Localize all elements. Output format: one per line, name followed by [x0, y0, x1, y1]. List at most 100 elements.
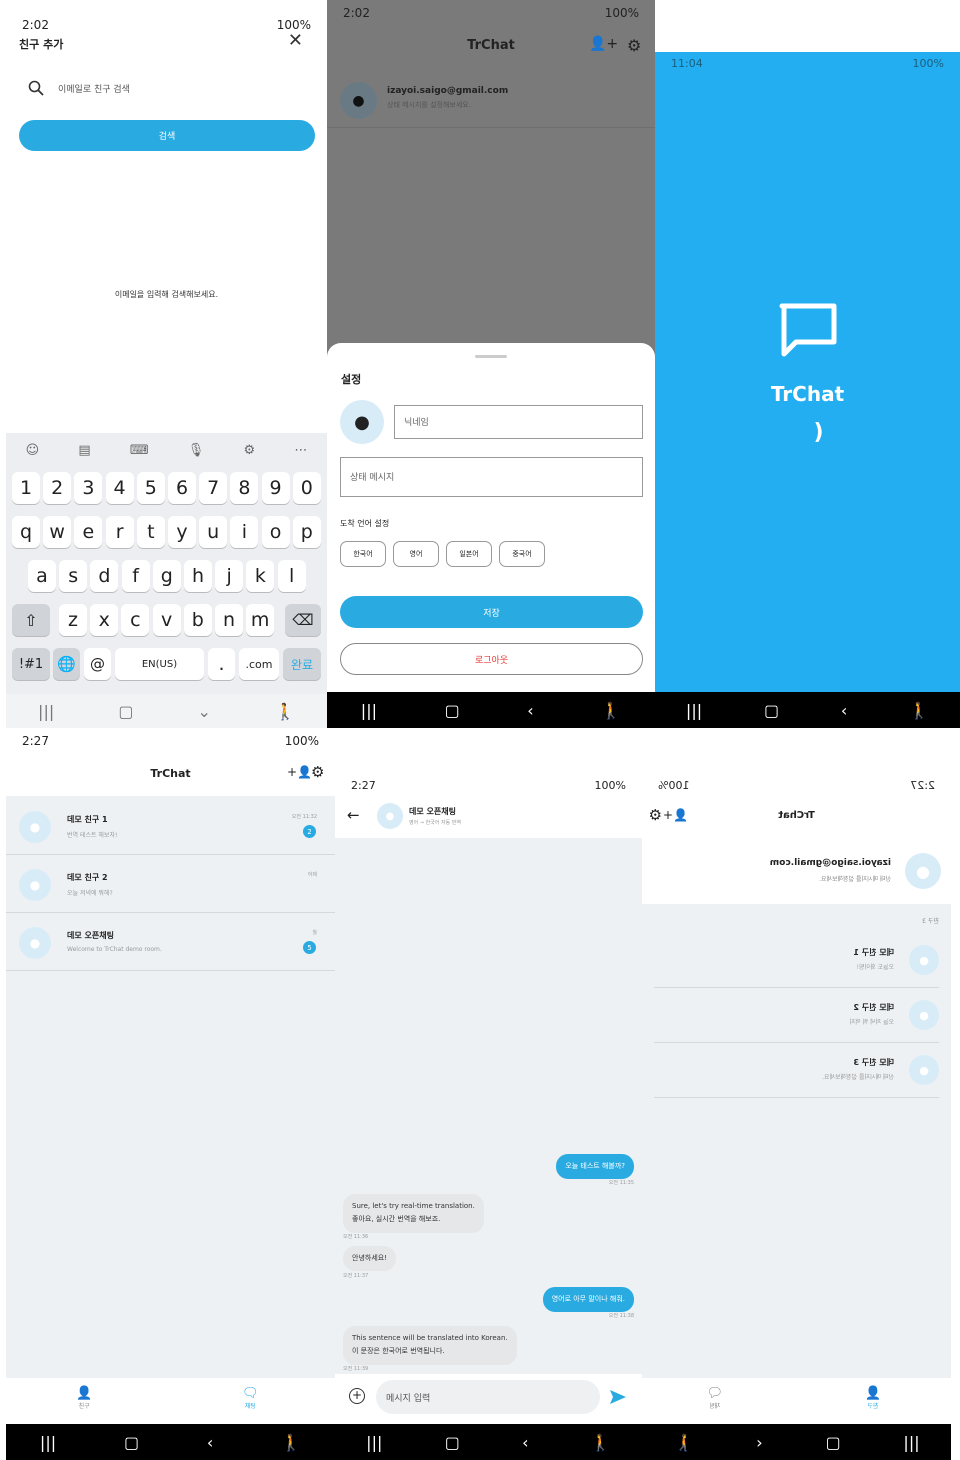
key-e[interactable]: e: [74, 516, 103, 548]
tab-friends[interactable]: 👤 친구: [76, 1386, 92, 1410]
key-a[interactable]: a: [28, 560, 56, 592]
globe-icon[interactable]: 🌐: [53, 648, 80, 680]
backspace-key[interactable]: ⌫: [285, 604, 321, 636]
key-g[interactable]: g: [152, 560, 181, 592]
key-b[interactable]: b: [183, 604, 212, 636]
key-5[interactable]: 5: [136, 472, 165, 504]
key-t[interactable]: t: [136, 516, 165, 548]
key-0[interactable]: 0: [292, 472, 321, 504]
key-i[interactable]: i: [230, 516, 259, 548]
friend-item[interactable]: ● 데모 친구 3 상태 메시지를 설정해보세요.: [654, 1043, 939, 1098]
back-icon[interactable]: ‹: [756, 1433, 762, 1452]
period-key[interactable]: .: [208, 648, 235, 680]
key-l[interactable]: l: [277, 560, 306, 592]
drag-handle[interactable]: [475, 355, 507, 358]
key-h[interactable]: h: [184, 560, 212, 592]
back-icon[interactable]: ‹: [841, 701, 847, 720]
send-icon[interactable]: [609, 1389, 627, 1405]
symbols-key[interactable]: !#1: [12, 648, 50, 680]
add-friend-icon[interactable]: +👤: [287, 765, 312, 779]
chat-room-item[interactable]: ● 데모 친구 2 오늘 저녁에 뭐해? 어제: [6, 855, 335, 913]
language-chip[interactable]: 일본어: [446, 541, 492, 567]
emoji-icon[interactable]: ☺: [26, 443, 40, 458]
gear-icon[interactable]: ⚙: [649, 806, 662, 824]
key-r[interactable]: r: [105, 516, 134, 548]
key-x[interactable]: x: [90, 604, 119, 636]
home-icon[interactable]: ▢: [445, 1433, 460, 1452]
avatar[interactable]: ●: [340, 400, 384, 444]
key-3[interactable]: 3: [74, 472, 103, 504]
key-n[interactable]: n: [215, 604, 243, 636]
chat-room-item[interactable]: ● 데모 오픈채팅 Welcome to TrChat demo room. 월 5: [6, 913, 335, 971]
key-p[interactable]: p: [292, 516, 321, 548]
friend-item[interactable]: ● 데모 친구 2 오늘 저녁 뭐 먹지: [654, 988, 939, 1043]
key-7[interactable]: 7: [199, 472, 228, 504]
key-d[interactable]: d: [90, 560, 119, 592]
dotcom-key[interactable]: .com: [239, 648, 279, 680]
message-input[interactable]: 메시지 입력: [376, 1380, 600, 1414]
more-icon[interactable]: ⋯: [294, 443, 307, 458]
profile-row[interactable]: ● izayoi.saigo@gmail.com 상태 메시지를 설정해보세요.: [327, 70, 655, 128]
key-k[interactable]: k: [246, 560, 275, 592]
keyboard-icon[interactable]: ⌨: [130, 443, 149, 458]
accessibility-icon[interactable]: 🚶: [591, 1433, 611, 1452]
accessibility-icon[interactable]: 🚶: [601, 701, 621, 720]
language-chip[interactable]: 영어: [393, 541, 439, 567]
recents-icon[interactable]: |||: [366, 1433, 382, 1452]
accessibility-icon[interactable]: 🚶: [909, 701, 929, 720]
clipboard-icon[interactable]: ▤: [78, 443, 90, 458]
key-w[interactable]: w: [43, 516, 72, 548]
key-v[interactable]: v: [152, 604, 181, 636]
key-c[interactable]: c: [121, 604, 150, 636]
back-icon[interactable]: ‹: [527, 701, 533, 720]
key-4[interactable]: 4: [105, 472, 134, 504]
gear-icon[interactable]: ⚙: [243, 443, 255, 458]
search-button[interactable]: 검색: [19, 120, 315, 151]
add-friend-icon[interactable]: 👤+: [589, 36, 618, 52]
add-friend-icon[interactable]: 👤+: [663, 808, 688, 822]
key-1[interactable]: 1: [12, 472, 40, 504]
friend-item[interactable]: ● 데모 친구 1 오늘도 화이팅!: [654, 933, 939, 988]
key-8[interactable]: 8: [230, 472, 259, 504]
back-arrow-icon[interactable]: ←: [347, 806, 360, 824]
save-button[interactable]: 저장: [340, 596, 643, 628]
close-icon[interactable]: ✕: [288, 30, 303, 51]
tab-chat[interactable]: 🗨 채팅: [706, 1386, 723, 1410]
space-key[interactable]: EN(US): [115, 648, 204, 680]
recents-icon[interactable]: |||: [903, 1433, 919, 1452]
chat-room-item[interactable]: ● 데모 친구 1 번역 테스트 해보자! 오전 11:32 2: [6, 797, 335, 855]
key-j[interactable]: j: [215, 560, 244, 592]
recents-icon[interactable]: |||: [361, 701, 377, 720]
home-icon[interactable]: ▢: [825, 1433, 840, 1452]
tab-chat[interactable]: 🗨 채팅: [242, 1386, 259, 1410]
accessibility-icon[interactable]: 🚶: [275, 702, 295, 721]
done-key[interactable]: 완료: [283, 648, 321, 680]
chevron-down-icon[interactable]: ⌄: [198, 702, 211, 721]
key-u[interactable]: u: [199, 516, 228, 548]
accessibility-icon[interactable]: 🚶: [673, 1433, 693, 1452]
key-z[interactable]: z: [59, 604, 87, 636]
recents-icon[interactable]: |||: [40, 1433, 56, 1452]
home-icon[interactable]: ▢: [445, 701, 460, 720]
at-key[interactable]: @: [84, 648, 111, 680]
key-s[interactable]: s: [59, 560, 88, 592]
home-icon[interactable]: ▢: [764, 701, 779, 720]
language-chip[interactable]: 한국어: [340, 541, 386, 567]
back-icon[interactable]: ‹: [522, 1433, 528, 1452]
key-y[interactable]: y: [168, 516, 196, 548]
home-icon[interactable]: ▢: [118, 702, 133, 721]
key-6[interactable]: 6: [168, 472, 196, 504]
key-f[interactable]: f: [121, 560, 150, 592]
recents-icon[interactable]: |||: [686, 701, 702, 720]
gear-icon[interactable]: ⚙: [311, 763, 324, 781]
nickname-field[interactable]: 닉네임: [394, 405, 643, 439]
gear-icon[interactable]: ⚙: [627, 36, 641, 55]
accessibility-icon[interactable]: 🚶: [281, 1433, 301, 1452]
search-input[interactable]: 이메일로 친구 검색: [58, 82, 130, 95]
key-9[interactable]: 9: [261, 472, 290, 504]
key-q[interactable]: q: [12, 516, 40, 548]
tab-friends[interactable]: 👤 친구: [865, 1386, 881, 1410]
key-m[interactable]: m: [246, 604, 275, 636]
shift-key[interactable]: ⇧: [12, 604, 50, 636]
key-2[interactable]: 2: [43, 472, 72, 504]
